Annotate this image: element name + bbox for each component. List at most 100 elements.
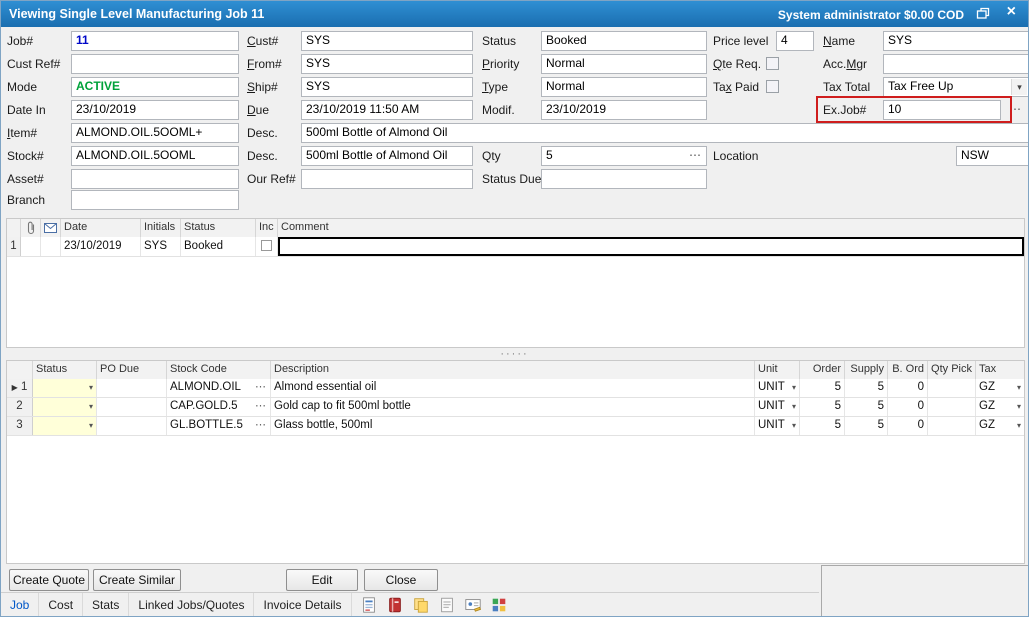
- acc-mgr-field[interactable]: [883, 54, 1029, 74]
- tax-paid-checkbox[interactable]: [766, 80, 779, 93]
- contact-card-icon[interactable]: [464, 596, 482, 614]
- chevron-down-icon[interactable]: ▾: [1017, 417, 1021, 434]
- po-due-cell[interactable]: [97, 379, 167, 397]
- ex-job-ellipsis-button[interactable]: ⋯: [1009, 102, 1022, 116]
- splitter-handle[interactable]: ·····: [1, 349, 1028, 359]
- tab-cost[interactable]: Cost: [39, 593, 83, 617]
- chevron-down-icon[interactable]: ▾: [89, 379, 93, 396]
- po-due-cell[interactable]: [97, 398, 167, 416]
- branch-field[interactable]: [71, 190, 239, 210]
- stock-code-cell[interactable]: ⋯ALMOND.OIL: [167, 379, 271, 397]
- line-status-dropdown[interactable]: ▾: [33, 417, 97, 435]
- ex-job-field[interactable]: 10: [883, 100, 1001, 120]
- cust-ref-field[interactable]: [71, 54, 239, 74]
- type-field[interactable]: Normal: [541, 77, 707, 97]
- chevron-down-icon[interactable]: ▾: [792, 398, 796, 415]
- close-button[interactable]: Close: [364, 569, 438, 591]
- modif-field[interactable]: 23/10/2019: [541, 100, 707, 120]
- chevron-down-icon[interactable]: ▾: [1011, 79, 1027, 95]
- attachment-cell[interactable]: [21, 237, 41, 256]
- chevron-down-icon[interactable]: ▾: [1017, 398, 1021, 415]
- qty-pick-cell[interactable]: [928, 379, 976, 397]
- supply-cell[interactable]: 5: [845, 398, 888, 416]
- tab-job[interactable]: Job: [1, 593, 39, 617]
- order-cell[interactable]: 5: [800, 417, 845, 435]
- notepad-icon[interactable]: [438, 596, 456, 614]
- description-cell[interactable]: Gold cap to fit 500ml bottle: [271, 398, 755, 416]
- from-field[interactable]: SYS: [301, 54, 473, 74]
- initials-column-header[interactable]: Initials: [141, 219, 181, 237]
- chevron-down-icon[interactable]: ▾: [1017, 379, 1021, 396]
- price-level-field[interactable]: 4: [776, 31, 814, 51]
- order-column-header[interactable]: Order: [800, 361, 845, 379]
- line-status-dropdown[interactable]: ▾: [33, 379, 97, 397]
- b-ord-cell[interactable]: 0: [888, 417, 928, 435]
- unit-column-header[interactable]: Unit: [755, 361, 800, 379]
- description-column-header[interactable]: Description: [271, 361, 755, 379]
- status-due-field[interactable]: [541, 169, 707, 189]
- initials-cell[interactable]: SYS: [141, 237, 181, 256]
- chevron-down-icon[interactable]: ▾: [89, 417, 93, 434]
- stock-code-column-header[interactable]: Stock Code: [167, 361, 271, 379]
- tab-linked-jobs-quotes[interactable]: Linked Jobs/Quotes: [129, 593, 254, 617]
- tax-dropdown[interactable]: ▾GZ: [976, 379, 1024, 397]
- inc-cell[interactable]: [256, 237, 278, 256]
- date-in-field[interactable]: 23/10/2019: [71, 100, 239, 120]
- order-cell[interactable]: 5: [800, 379, 845, 397]
- unit-dropdown[interactable]: ▾UNIT: [755, 398, 800, 416]
- po-due-cell[interactable]: [97, 417, 167, 435]
- inc-column-header[interactable]: Inc: [256, 219, 278, 237]
- red-book-icon[interactable]: [386, 596, 404, 614]
- asset-field[interactable]: [71, 169, 239, 189]
- date-cell[interactable]: 23/10/2019: [61, 237, 141, 256]
- stock-code-cell[interactable]: ⋯GL.BOTTLE.5: [167, 417, 271, 435]
- report-icon[interactable]: [360, 596, 378, 614]
- stock-lookup-ellipsis[interactable]: ⋯: [255, 379, 267, 396]
- stock-lookup-ellipsis[interactable]: ⋯: [255, 417, 267, 434]
- qty-pick-column-header[interactable]: Qty Pick: [928, 361, 976, 379]
- line-status-dropdown[interactable]: ▾: [33, 398, 97, 416]
- copy-icon[interactable]: [412, 596, 430, 614]
- comment-cell[interactable]: [278, 237, 1024, 256]
- note-cell[interactable]: [41, 237, 61, 256]
- stock-desc-field[interactable]: 500ml Bottle of Almond Oil: [301, 146, 473, 166]
- color-grid-icon[interactable]: [490, 596, 508, 614]
- qty-pick-cell[interactable]: [928, 398, 976, 416]
- job-field[interactable]: 11: [71, 31, 239, 51]
- restore-icon[interactable]: [976, 7, 990, 25]
- priority-field[interactable]: Normal: [541, 54, 707, 74]
- stock-lookup-ellipsis[interactable]: ⋯: [255, 398, 267, 415]
- qte-req-checkbox[interactable]: [766, 57, 779, 70]
- unit-dropdown[interactable]: ▾UNIT: [755, 379, 800, 397]
- status-column-header[interactable]: Status: [33, 361, 97, 379]
- item-desc-field[interactable]: 500ml Bottle of Almond Oil: [301, 123, 1029, 143]
- create-quote-button[interactable]: Create Quote: [9, 569, 89, 591]
- supply-cell[interactable]: 5: [845, 417, 888, 435]
- location-field[interactable]: NSW: [956, 146, 1029, 166]
- tax-dropdown[interactable]: ▾GZ: [976, 417, 1024, 435]
- tab-invoice-details[interactable]: Invoice Details: [254, 593, 351, 617]
- date-column-header[interactable]: Date: [61, 219, 141, 237]
- description-cell[interactable]: Glass bottle, 500ml: [271, 417, 755, 435]
- tax-total-dropdown[interactable]: Tax Free Up ▾: [883, 77, 1029, 97]
- order-cell[interactable]: 5: [800, 398, 845, 416]
- status-field[interactable]: Booked: [541, 31, 707, 51]
- inc-checkbox[interactable]: [261, 240, 272, 251]
- chevron-down-icon[interactable]: ▾: [792, 379, 796, 396]
- b-ord-cell[interactable]: 0: [888, 379, 928, 397]
- name-field[interactable]: SYS: [883, 31, 1029, 51]
- cust-field[interactable]: SYS: [301, 31, 473, 51]
- due-field[interactable]: 23/10/2019 11:50 AM: [301, 100, 473, 120]
- status-cell[interactable]: Booked: [181, 237, 256, 256]
- item-field[interactable]: ALMOND.OIL.5OOML+: [71, 123, 239, 143]
- b-ord-cell[interactable]: 0: [888, 398, 928, 416]
- edit-button[interactable]: Edit: [286, 569, 358, 591]
- tax-column-header[interactable]: Tax: [976, 361, 1024, 379]
- supply-column-header[interactable]: Supply: [845, 361, 888, 379]
- stock-code-cell[interactable]: ⋯CAP.GOLD.5: [167, 398, 271, 416]
- ship-field[interactable]: SYS: [301, 77, 473, 97]
- chevron-down-icon[interactable]: ▾: [89, 398, 93, 415]
- qty-field[interactable]: 5 ⋯: [541, 146, 707, 166]
- description-cell[interactable]: Almond essential oil: [271, 379, 755, 397]
- tab-stats[interactable]: Stats: [83, 593, 129, 617]
